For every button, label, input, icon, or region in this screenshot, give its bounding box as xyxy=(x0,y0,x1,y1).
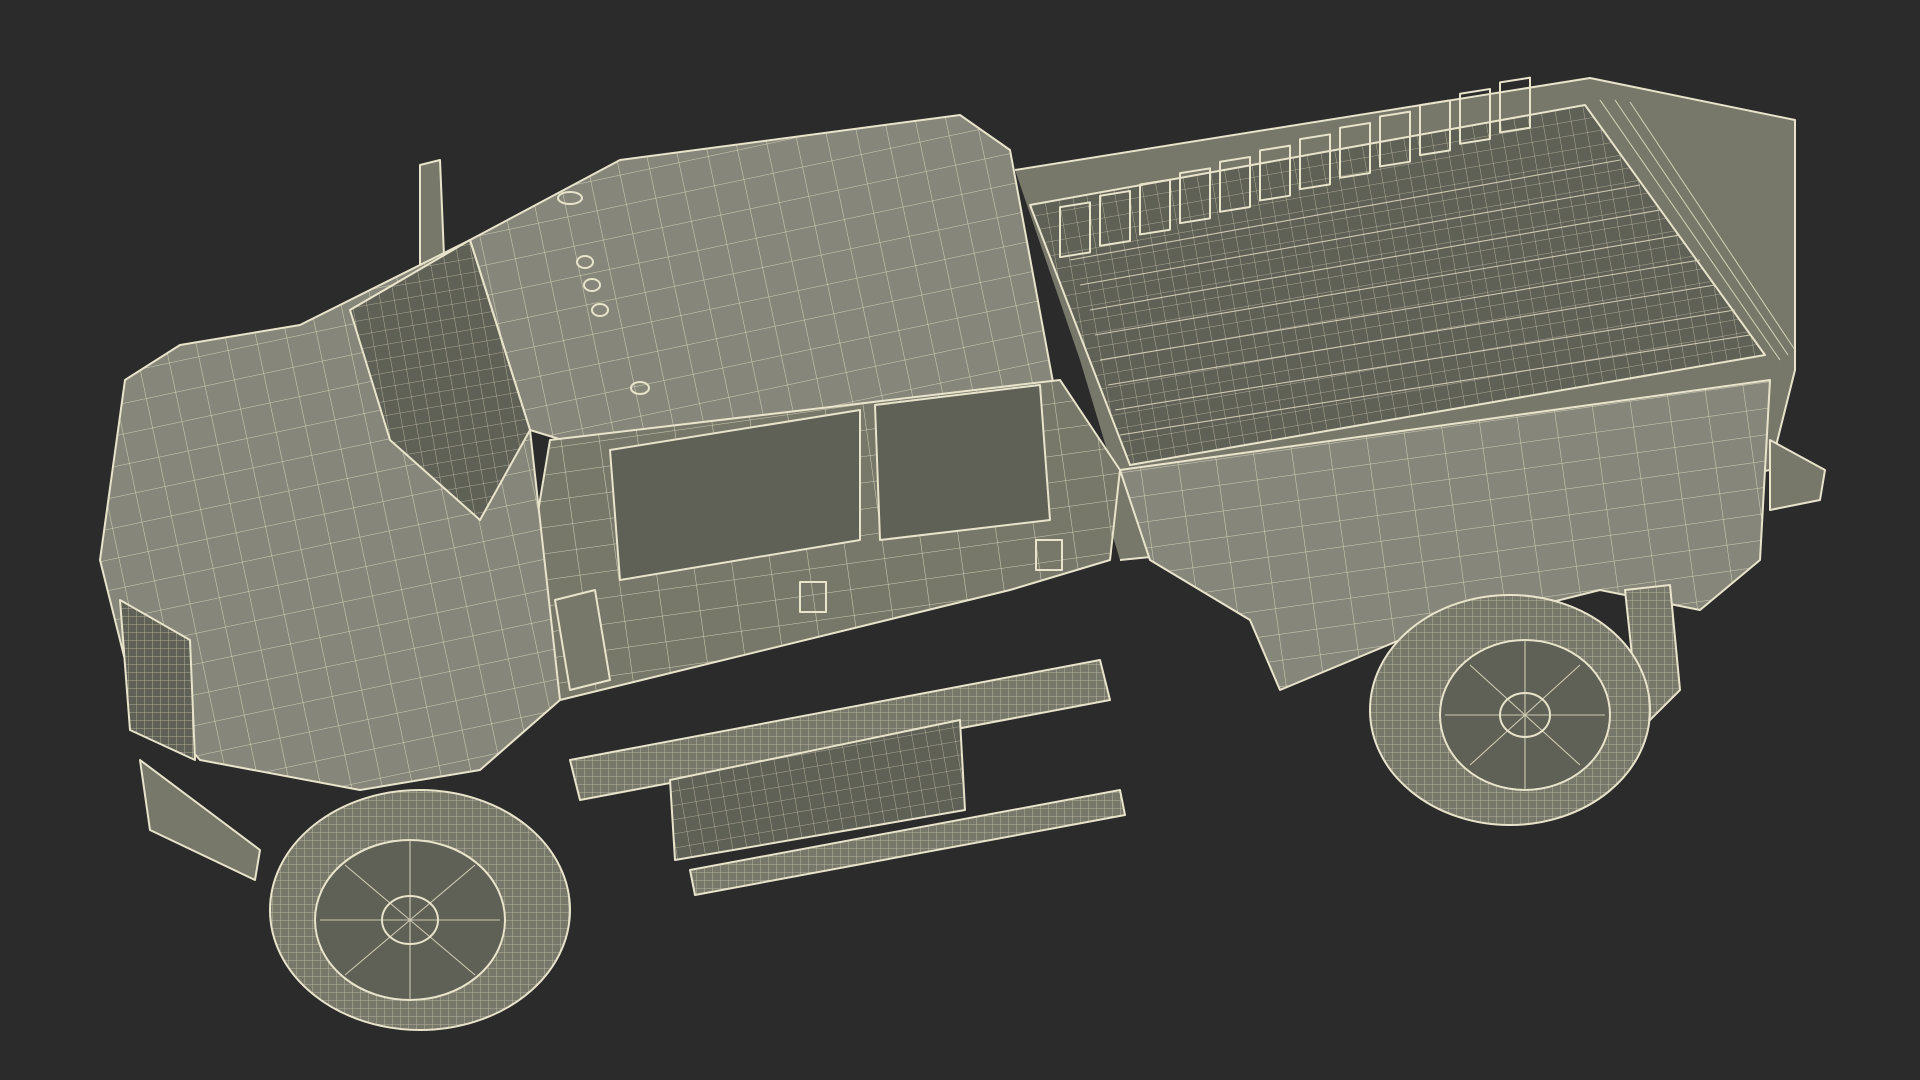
truck-front xyxy=(99,239,561,881)
front-wheel xyxy=(269,789,571,1031)
wireframe-truck-render xyxy=(99,76,1826,1031)
render-viewport xyxy=(0,0,1920,1080)
rear-wheel xyxy=(1369,594,1651,826)
running-boards xyxy=(569,659,1126,896)
